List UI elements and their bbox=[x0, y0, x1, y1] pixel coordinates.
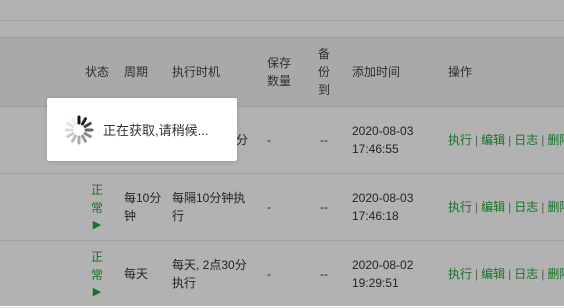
loading-spinner-icon bbox=[64, 115, 94, 144]
loading-text: 正在获取,请稍候... bbox=[103, 123, 209, 138]
loading-dialog: 正在获取,请稍候... bbox=[47, 98, 237, 161]
